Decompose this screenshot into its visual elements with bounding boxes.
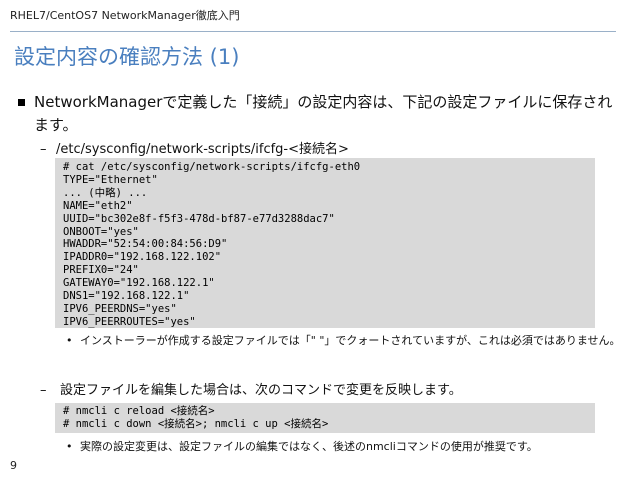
code-line: # nmcli c reload <接続名>	[63, 405, 215, 417]
code-line: NAME="eth2"	[63, 199, 133, 212]
config-file-code-block: # cat /etc/sysconfig/network-scripts/ifc…	[55, 158, 595, 328]
main-bullet: NetworkManagerで定義した「接続」の設定内容は、下記の設定ファイルに…	[18, 91, 618, 137]
code-line: IPADDR0="192.168.122.102"	[63, 251, 222, 264]
main-bullet-text: NetworkManagerで定義した「接続」の設定内容は、下記の設定ファイルに…	[34, 93, 613, 134]
code-line: GATEWAY0="192.168.122.1"	[63, 277, 215, 290]
header-divider	[10, 31, 616, 32]
dot-bullet: •	[66, 334, 73, 347]
quote-note-text: インストーラーが作成する設定ファイルでは「" "」でクォートされていますが、これ…	[80, 334, 621, 347]
code-line: DNS1="192.168.122.1"	[63, 290, 190, 303]
recommendation-note-text: 実際の設定変更は、設定ファイルの編集ではなく、後述のnmcliコマンドの使用が推…	[80, 440, 538, 453]
reload-text: 設定ファイルを編集した場合は、次のコマンドで変更を反映します。	[60, 383, 462, 398]
sub-bullet-config-path: –/etc/sysconfig/network-scripts/ifcfg-<接…	[40, 138, 349, 157]
dash-bullet: –	[40, 142, 47, 157]
quote-note: • インストーラーが作成する設定ファイルでは「" "」でクォートされていますが、…	[66, 332, 626, 350]
code-line: ... (中略) ...	[63, 186, 148, 199]
slide-title: 設定内容の確認方法 (1)	[14, 45, 240, 69]
slide-header: RHEL7/CentOS7 NetworkManager徹底入門	[10, 9, 240, 22]
config-path-text: /etc/sysconfig/network-scripts/ifcfg-<接続…	[56, 142, 349, 157]
recommendation-note: • 実際の設定変更は、設定ファイルの編集ではなく、後述のnmcliコマンドの使用…	[66, 438, 626, 456]
code-line: IPV6_PEERROUTES="yes"	[63, 315, 196, 328]
code-line: ONBOOT="yes"	[63, 225, 139, 238]
code-line: TYPE="Ethernet"	[63, 173, 158, 186]
nmcli-code-block: # nmcli c reload <接続名> # nmcli c down <接…	[55, 403, 595, 433]
dash-bullet: –	[40, 383, 47, 398]
code-line: IPV6_PEERDNS="yes"	[63, 302, 177, 315]
page-number: 9	[10, 459, 17, 472]
square-bullet-icon	[18, 99, 25, 106]
sub-bullet-reload: – 設定ファイルを編集した場合は、次のコマンドで変更を反映します。	[40, 379, 462, 398]
code-line: UUID="bc302e8f-f5f3-478d-bf87-e77d3288da…	[63, 212, 335, 225]
dot-bullet: •	[66, 440, 73, 453]
code-line: HWADDR="52:54:00:84:56:D9"	[63, 238, 228, 251]
code-line: # cat /etc/sysconfig/network-scripts/ifc…	[63, 161, 361, 173]
code-line: # nmcli c down <接続名>; nmcli c up <接続名>	[63, 417, 329, 430]
code-line: PREFIX0="24"	[63, 264, 139, 277]
